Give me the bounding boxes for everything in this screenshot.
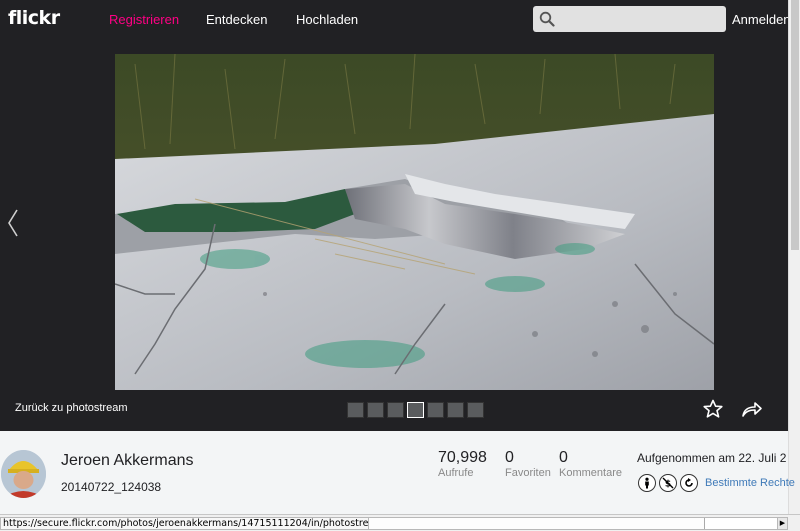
thumbnail[interactable] — [467, 402, 484, 418]
comments-stat: 0 Kommentare — [559, 449, 622, 479]
scroll-right-arrow-icon[interactable]: ▶ — [777, 517, 788, 530]
top-navigation-bar: flickr Registrieren Entdecken Hochladen … — [0, 0, 791, 38]
views-label: Aufrufe — [438, 467, 474, 479]
back-to-photostream-link[interactable]: Zurück zu photostream — [15, 402, 128, 414]
comments-count: 0 — [559, 449, 568, 466]
nav-register[interactable]: Registrieren — [109, 12, 179, 27]
horizontal-scrollbar[interactable] — [368, 517, 788, 530]
date-taken: Aufgenommen am 22. Juli 2 — [637, 451, 787, 465]
owner-name[interactable]: Jeroen Akkermans — [61, 452, 194, 470]
views-stat: 70,998 Aufrufe — [438, 449, 487, 479]
favorites-count: 0 — [505, 449, 514, 466]
thumbnail[interactable] — [367, 402, 384, 418]
previous-photo-arrow-icon[interactable] — [6, 208, 20, 238]
attribution-icon[interactable] — [638, 474, 656, 492]
favorites-stat: 0 Favoriten — [505, 449, 551, 479]
nav-explore[interactable]: Entdecken — [206, 12, 267, 27]
thumbnail[interactable] — [347, 402, 364, 418]
signin-link[interactable]: Anmelden — [732, 12, 791, 27]
license-rights-link[interactable]: Bestimmte Rechte — [705, 477, 795, 489]
photostream-thumbnails — [347, 402, 484, 418]
owner-avatar[interactable] — [1, 450, 46, 498]
photo-info-panel: Jeroen Akkermans 20140722_124038 70,998 … — [0, 431, 795, 514]
nav-upload[interactable]: Hochladen — [296, 12, 358, 27]
noncommercial-icon[interactable]: $ — [659, 474, 677, 492]
horizontal-scrollbar-thumb[interactable] — [369, 518, 705, 529]
vertical-scrollbar[interactable] — [788, 0, 800, 514]
favorites-label: Favoriten — [505, 467, 551, 479]
scrollbar-thumb[interactable] — [791, 0, 799, 250]
thumbnail-current[interactable] — [407, 402, 424, 418]
share-arrow-icon[interactable] — [741, 400, 763, 418]
browser-status-bar: https://secure.flickr.com/photos/jeroena… — [0, 514, 800, 531]
photo-stage: Zurück zu photostream — [0, 38, 788, 431]
comments-label: Kommentare — [559, 467, 622, 479]
share-alike-icon[interactable] — [680, 474, 698, 492]
thumbnail[interactable] — [387, 402, 404, 418]
views-count: 70,998 — [438, 449, 487, 466]
license-icons: $ — [638, 474, 698, 492]
search-icon[interactable] — [539, 11, 555, 27]
thumbnail[interactable] — [447, 402, 464, 418]
thumbnail[interactable] — [427, 402, 444, 418]
status-url: https://secure.flickr.com/photos/jeroena… — [0, 517, 390, 530]
search-input[interactable] — [533, 6, 726, 32]
main-photo[interactable] — [115, 54, 714, 390]
flickr-logo[interactable]: flickr — [8, 7, 60, 29]
favorite-star-icon[interactable] — [703, 399, 723, 419]
photo-title: 20140722_124038 — [61, 480, 162, 494]
